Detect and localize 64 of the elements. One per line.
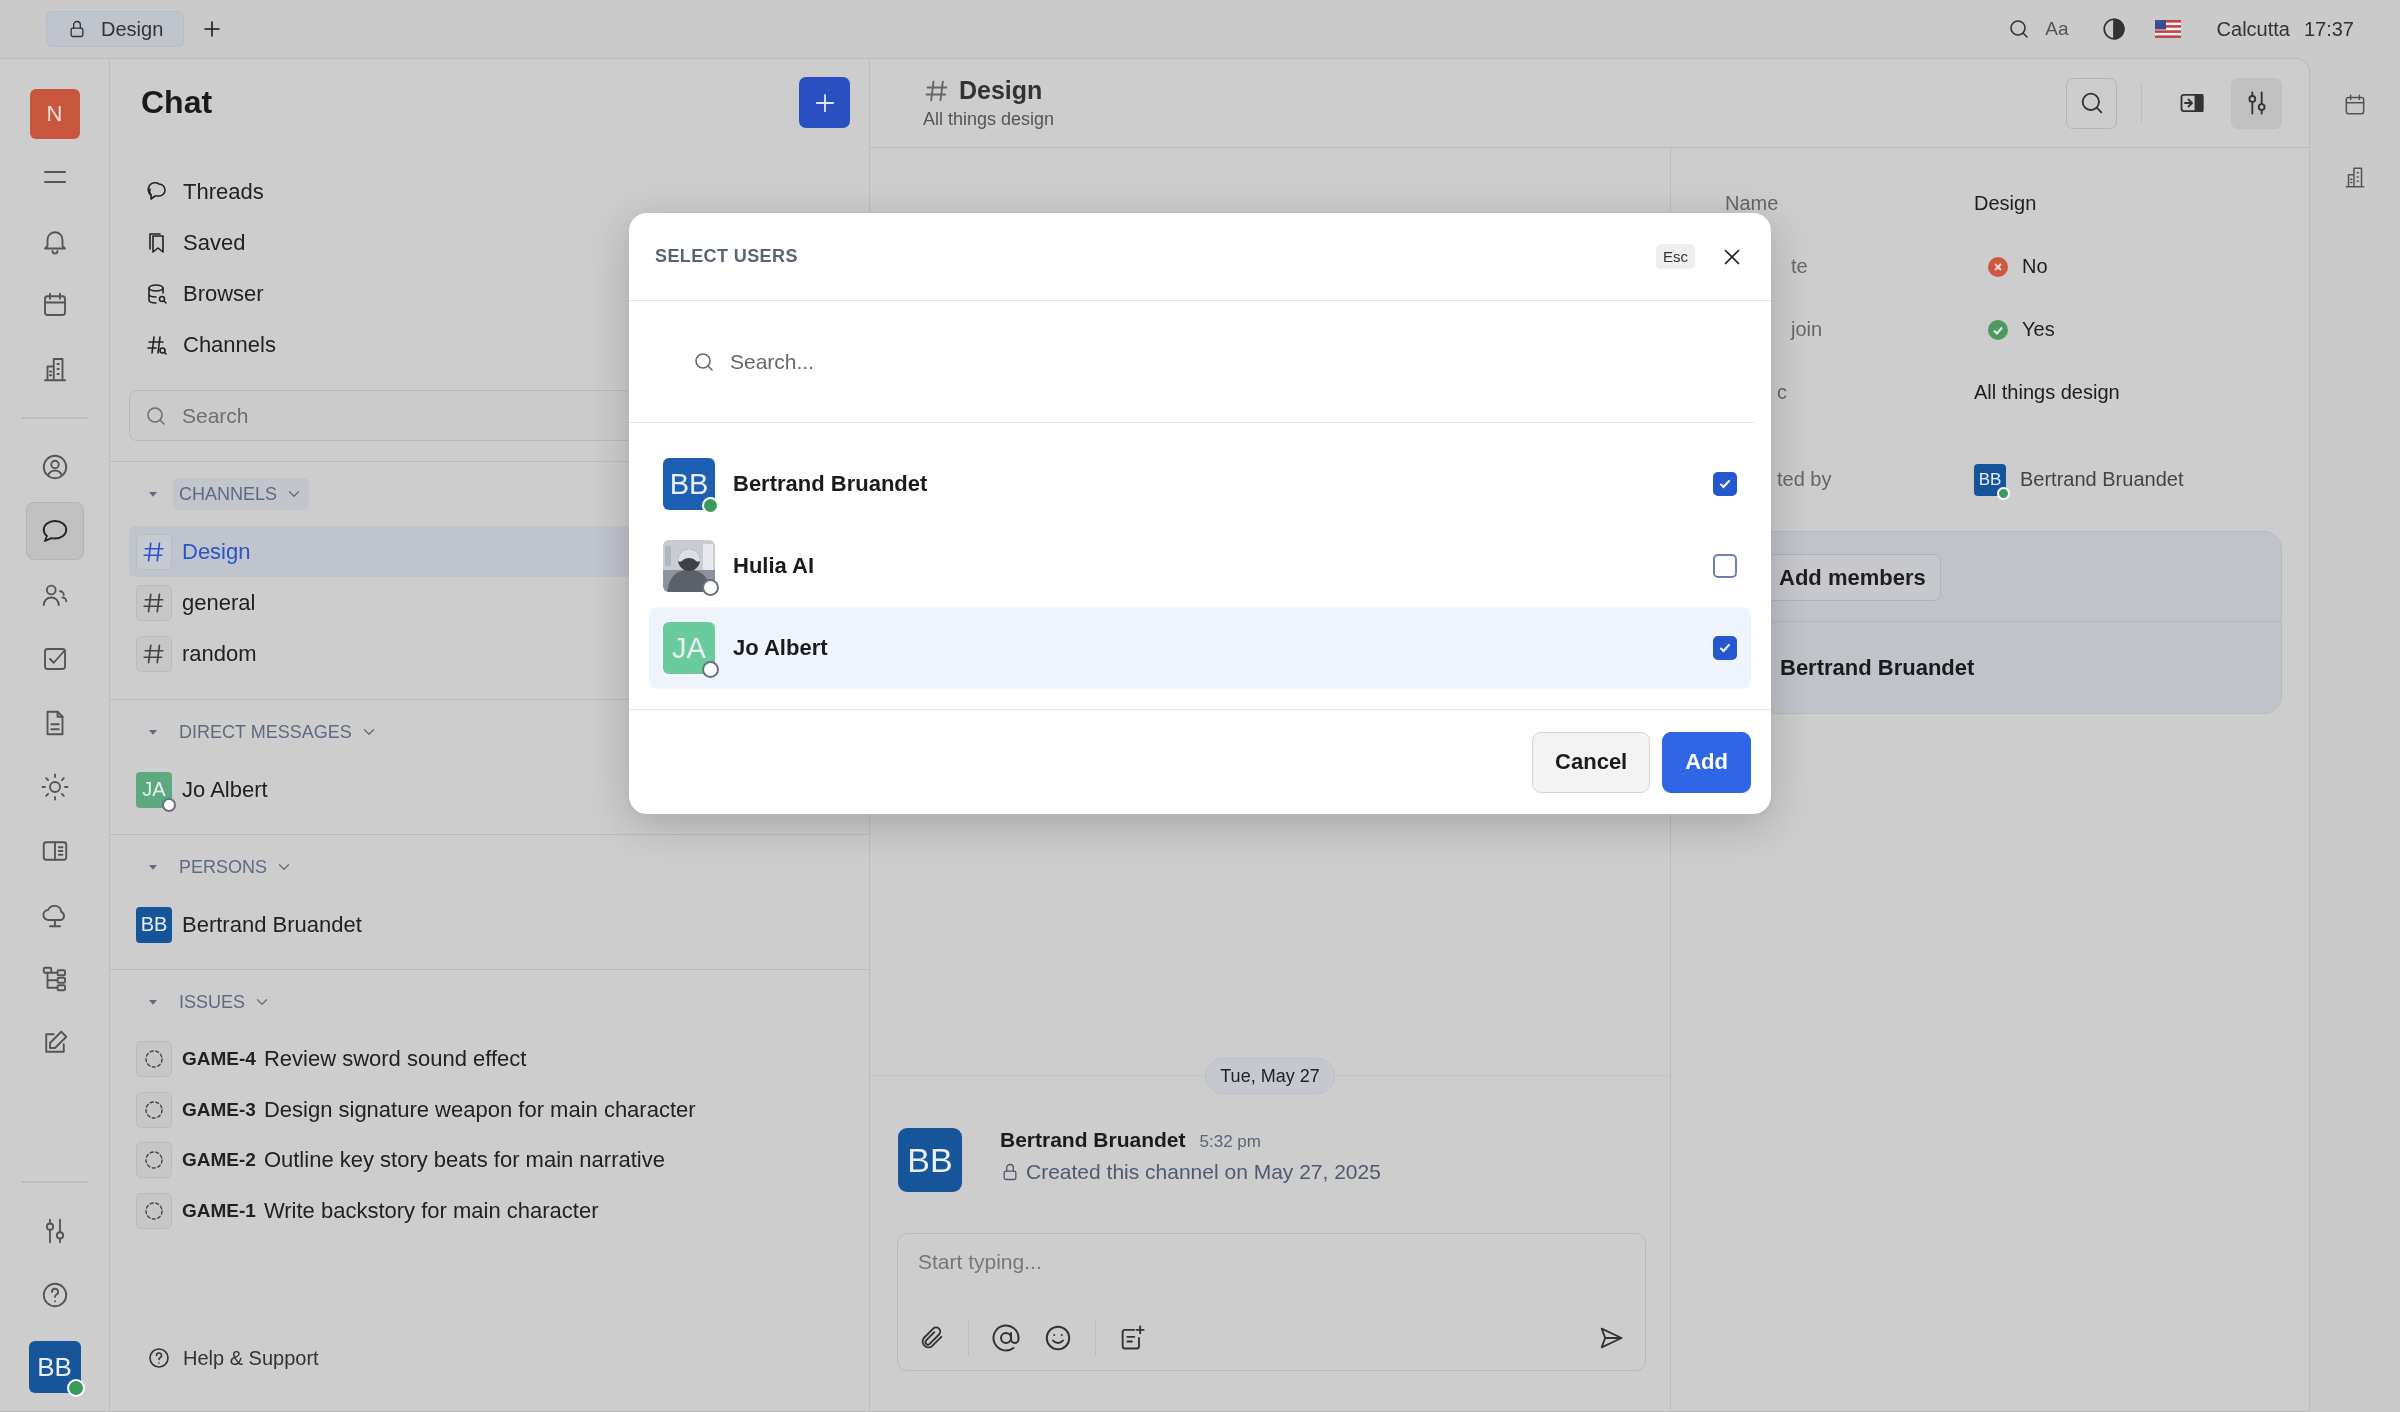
person-item[interactable]: BB Bertrand Bruandet: [129, 899, 850, 950]
member-name: Bertrand Bruandet: [1780, 654, 1975, 681]
field-value: Yes: [2022, 318, 2055, 341]
cancel-button[interactable]: Cancel: [1532, 731, 1651, 793]
user-name: Hulia AI: [733, 553, 816, 579]
dialog-title: SELECT USERS: [655, 246, 799, 267]
search-button[interactable]: [2066, 77, 2117, 129]
clock: 17:37: [2303, 17, 2354, 41]
checkmark-icon: [1718, 477, 1732, 491]
field-label: ted by: [1776, 468, 1833, 491]
font-size-button[interactable]: Aa: [2045, 18, 2069, 40]
user-row[interactable]: JA Jo Albert: [649, 607, 1751, 689]
date-separator: Tue, May 27: [1205, 1058, 1335, 1094]
smile-icon[interactable]: [1043, 1323, 1073, 1353]
field-label: c: [1776, 381, 1788, 404]
chat-button[interactable]: [25, 502, 84, 560]
sliders-button[interactable]: [2231, 77, 2282, 129]
field-label: Name: [1725, 192, 1780, 215]
sun-icon: [39, 772, 70, 802]
message-text: Created this channel on May 27, 2025: [1026, 1160, 1381, 1184]
avatar: BB: [28, 1341, 81, 1393]
nav-item[interactable]: Browser: [129, 268, 850, 319]
channel-title: Design: [959, 76, 1043, 105]
person-item[interactable]: JA Jo Albert: [129, 764, 850, 815]
message-time: 5:32 pm: [1199, 1132, 1261, 1152]
user-name: Jo Albert: [733, 635, 829, 661]
issue-item[interactable]: GAME-4 Review sword sound effect: [129, 1034, 850, 1085]
issue-item[interactable]: GAME-2 Outline key story beats for main narrative: [129, 1135, 850, 1186]
message-author: Bertrand Bruandet: [1000, 1128, 1186, 1152]
key-hint: Esc: [1656, 244, 1695, 269]
user-name: Bertrand Bruandet: [733, 471, 929, 497]
field-value: No: [2022, 255, 2048, 278]
add-button[interactable]: Add: [1662, 731, 1751, 793]
avatar: BB: [136, 906, 172, 943]
location-label: Calcutta: [2216, 17, 2290, 41]
avatar: BB: [898, 1128, 962, 1192]
avatar: BB: [1974, 463, 2006, 496]
checkbox[interactable]: [1713, 472, 1737, 496]
field-value: Design: [1974, 192, 2037, 215]
checkbox[interactable]: [1713, 554, 1737, 578]
channel-topic: All things design: [923, 109, 1056, 130]
new-chat-button[interactable]: [799, 77, 850, 128]
user-row[interactable]: BB Bertrand Bruandet: [649, 443, 1751, 525]
issue-item[interactable]: GAME-1 Write backstory for main character: [129, 1185, 850, 1236]
database-search-icon: [145, 281, 169, 306]
field-value: Bertrand Bruandet: [2020, 468, 2184, 491]
field-value: All things design: [1974, 381, 2120, 404]
avatar: JA: [136, 771, 172, 808]
avatar: BB: [663, 458, 715, 510]
field-label: join: [1789, 318, 1824, 341]
help-link[interactable]: Help & Support: [110, 1346, 869, 1411]
checkmark-icon: [1718, 641, 1732, 655]
flag-icon[interactable]: [2154, 20, 2181, 38]
checkbox[interactable]: [1713, 636, 1737, 660]
help-icon: [147, 1346, 171, 1370]
contrast-icon[interactable]: [2100, 16, 2127, 42]
nav-item[interactable]: Threads: [129, 166, 850, 217]
field-label: te: [1790, 255, 1809, 278]
sidebar-title: Chat: [141, 84, 213, 121]
issue-item[interactable]: GAME-3 Design signature weapon for main character: [129, 1084, 850, 1135]
tab[interactable]: Design: [46, 11, 185, 47]
at-sign-icon[interactable]: [991, 1323, 1021, 1353]
avatar: JA: [663, 622, 715, 674]
placeholder-text: Start typing...: [918, 1250, 1043, 1275]
